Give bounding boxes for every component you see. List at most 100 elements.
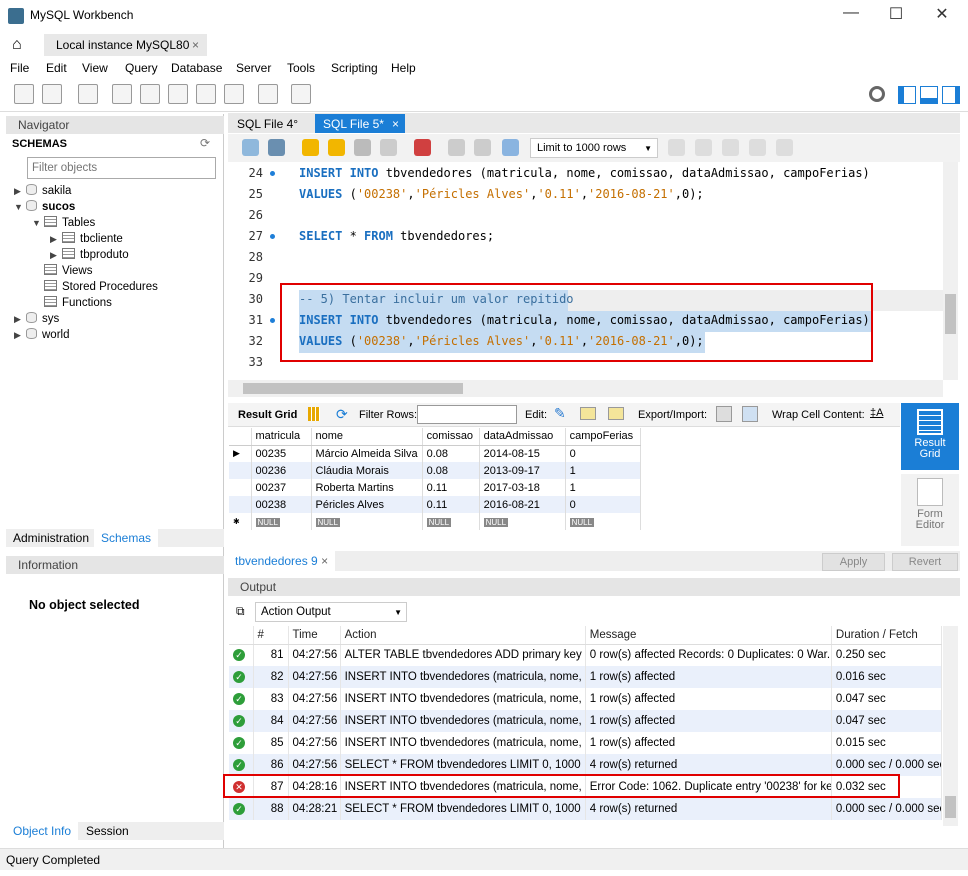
tab-sql-file-5[interactable]: SQL File 5* × <box>315 114 405 133</box>
toolbar-button-9-icon[interactable] <box>258 84 278 104</box>
import-icon[interactable] <box>742 406 758 422</box>
output-row[interactable]: ✓ 84 04:27:56 INSERT INTO tbvendedores (mat… <box>229 710 942 732</box>
grid-cell[interactable]: 0 <box>565 496 641 513</box>
explain-icon[interactable] <box>354 139 371 156</box>
output-row[interactable]: ✓ 82 04:27:56 INSERT INTO tbvendedores (mat… <box>229 666 942 688</box>
column-header[interactable]: Action <box>340 626 586 645</box>
settings-icon[interactable] <box>869 86 885 102</box>
toolbar-button-1-icon[interactable] <box>14 84 34 104</box>
revert-button[interactable]: Revert <box>892 553 958 571</box>
tab-sql-file-4[interactable]: SQL File 4° <box>229 114 306 133</box>
bookmark-icon[interactable] <box>668 139 685 156</box>
output-row[interactable]: ✓ 85 04:27:56 INSERT INTO tbvendedores (mat… <box>229 732 942 754</box>
add-row-icon[interactable] <box>580 407 596 420</box>
grid-cell[interactable]: 00235 <box>251 445 312 462</box>
table-row[interactable]: ▶ 00235 Márcio Almeida Silva 0.08 2014-08-15… <box>229 445 641 462</box>
expand-arrow-icon[interactable]: ▶ <box>50 234 62 245</box>
menu-scripting[interactable]: Scripting <box>331 61 378 75</box>
close-tab-icon[interactable]: × <box>321 554 328 568</box>
tab-administration[interactable]: Administration <box>13 531 89 545</box>
stop-icon[interactable] <box>380 139 397 156</box>
toggle-output-icon[interactable] <box>920 86 938 104</box>
tree-item-world[interactable]: ▶ world <box>14 328 69 344</box>
tree-item-tables[interactable]: ▼ Tables <box>32 216 95 232</box>
minimize-button[interactable]: — <box>836 4 866 26</box>
tree-item-functions[interactable]: Functions <box>32 296 112 312</box>
commit-icon[interactable] <box>448 139 465 156</box>
column-header[interactable]: campoFerias <box>565 428 641 446</box>
toggle-secondary-sidebar-icon[interactable] <box>942 86 960 104</box>
grid-cell[interactable]: 1 <box>565 462 641 479</box>
expand-arrow-icon[interactable]: ▶ <box>14 314 26 325</box>
toolbar-button-10-icon[interactable] <box>291 84 311 104</box>
toolbar-button-4-icon[interactable] <box>112 84 132 104</box>
wrap-icon[interactable] <box>776 139 793 156</box>
grid-cell[interactable]: 00237 <box>251 479 312 496</box>
column-header[interactable]: matricula <box>251 428 312 446</box>
grid-cell[interactable]: 0.11 <box>422 496 480 513</box>
grid-cell[interactable]: NULL <box>251 513 312 530</box>
tree-item-stored-procedures[interactable]: Stored Procedures <box>32 280 158 296</box>
tab-schemas[interactable]: Schemas <box>94 529 159 547</box>
menu-edit[interactable]: Edit <box>46 61 67 75</box>
toolbar-button-5-icon[interactable] <box>140 84 160 104</box>
expand-arrow-icon[interactable]: ▶ <box>14 186 26 197</box>
tab-object-info[interactable]: Object Info <box>6 822 79 840</box>
expand-arrow-icon[interactable]: ▶ <box>50 250 62 261</box>
connection-tab[interactable]: Local instance MySQL80 × <box>44 34 207 56</box>
editor-vertical-scrollbar[interactable] <box>943 162 958 380</box>
column-header[interactable]: nome <box>311 428 423 446</box>
wrap-cell-icon[interactable]: ‡A <box>870 407 883 419</box>
limit-rows-select[interactable]: Limit to 1000 rows ▼ <box>530 138 658 158</box>
output-type-select[interactable]: Action Output ▼ <box>255 602 407 622</box>
column-toggle-icon[interactable] <box>308 407 320 421</box>
invisible-chars-icon[interactable] <box>749 139 766 156</box>
tree-item-sys[interactable]: ▶ sys <box>14 312 59 328</box>
execute-current-icon[interactable] <box>328 139 345 156</box>
toggle-sidebar-icon[interactable] <box>898 86 916 104</box>
toolbar-button-6-icon[interactable] <box>168 84 188 104</box>
column-header[interactable]: Duration / Fetch <box>831 626 942 645</box>
output-row[interactable]: ✓ 88 04:28:21 SELECT * FROM tbvendedores LI… <box>229 798 942 820</box>
editor-horizontal-scrollbar[interactable] <box>228 380 943 397</box>
close-button[interactable]: ✕ <box>927 4 957 26</box>
edit-pencil-icon[interactable]: ✎ <box>554 405 566 422</box>
table-row[interactable]: 00237 Roberta Martins 0.11 2017-03-18 1 <box>229 479 641 496</box>
grid-cell[interactable]: 0.08 <box>422 445 480 462</box>
grid-cell[interactable]: NULL <box>422 513 480 530</box>
expand-arrow-icon[interactable]: ▼ <box>32 218 44 228</box>
expand-arrow-icon[interactable]: ▼ <box>14 202 26 212</box>
refresh-icon[interactable]: ⟳ <box>336 406 348 423</box>
column-header[interactable]: comissao <box>422 428 480 446</box>
tree-item-views[interactable]: Views <box>32 264 92 280</box>
beautify-icon[interactable] <box>695 139 712 156</box>
menu-database[interactable]: Database <box>171 61 222 75</box>
filter-objects-input[interactable] <box>27 157 216 179</box>
find-icon[interactable] <box>722 139 739 156</box>
table-row[interactable]: 00236 Cláudia Morais 0.08 2013-09-17 1 <box>229 462 641 479</box>
tree-item-sakila[interactable]: ▶ sakila <box>14 184 71 200</box>
toolbar-button-8-icon[interactable] <box>224 84 244 104</box>
output-row[interactable]: ✓ 83 04:27:56 INSERT INTO tbvendedores (mat… <box>229 688 942 710</box>
output-scrollbar[interactable] <box>943 626 958 826</box>
menu-server[interactable]: Server <box>236 61 271 75</box>
menu-file[interactable]: File <box>10 61 29 75</box>
open-file-icon[interactable] <box>242 139 259 156</box>
autocommit-icon[interactable] <box>502 139 519 156</box>
tree-item-tbcliente[interactable]: ▶ tbcliente <box>50 232 123 248</box>
grid-cell[interactable]: 2017-03-18 <box>479 479 566 496</box>
grid-cell[interactable]: 0.08 <box>422 462 480 479</box>
close-tab-icon[interactable]: × <box>392 117 399 131</box>
output-row[interactable]: ✓ 81 04:27:56 ALTER TABLE tbvendedores ADD … <box>229 644 942 666</box>
execute-icon[interactable] <box>302 139 319 156</box>
menu-query[interactable]: Query <box>125 61 158 75</box>
copy-icon[interactable]: ⧉ <box>236 604 245 619</box>
tree-item-tbproduto[interactable]: ▶ tbproduto <box>50 248 129 264</box>
apply-button[interactable]: Apply <box>822 553 885 571</box>
delete-row-icon[interactable] <box>608 407 624 420</box>
grid-cell[interactable]: NULL <box>311 513 423 530</box>
grid-cell[interactable]: Cláudia Morais <box>311 462 423 479</box>
menu-help[interactable]: Help <box>391 61 416 75</box>
maximize-button[interactable]: ☐ <box>881 4 911 26</box>
tab-session[interactable]: Session <box>86 824 129 838</box>
